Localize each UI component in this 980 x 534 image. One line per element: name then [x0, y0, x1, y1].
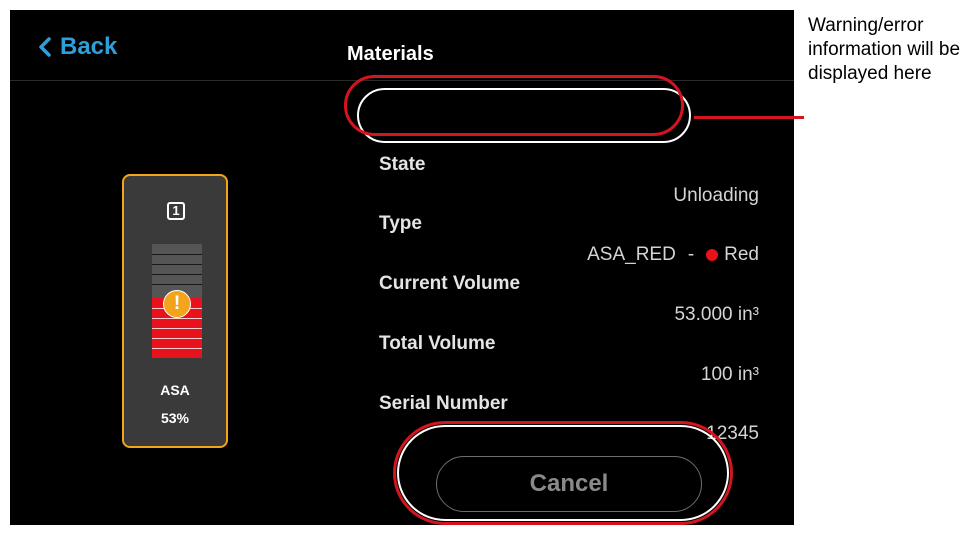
type-separator: -	[687, 244, 695, 265]
serial-number-label: Serial Number	[379, 393, 508, 414]
material-card[interactable]: 1 ! ASA 53%	[122, 174, 228, 448]
type-label: Type	[379, 213, 422, 234]
total-volume-label: Total Volume	[379, 333, 496, 354]
type-value: ASA_RED - Red	[587, 244, 759, 266]
state-label: State	[379, 154, 426, 175]
chevron-left-icon	[39, 37, 51, 57]
callout-leader-line	[694, 116, 804, 119]
gauge-segment	[152, 254, 202, 255]
material-percent: 53%	[160, 410, 190, 426]
gauge-segment	[152, 274, 202, 275]
warning-callout-outline	[344, 75, 684, 136]
gauge-segment	[152, 284, 202, 285]
gauge-segment	[152, 264, 202, 265]
annotation-text: Warning/error information will be displa…	[808, 15, 961, 84]
gauge-segment	[152, 347, 202, 349]
color-swatch	[706, 249, 719, 261]
type-color-name: Red	[724, 244, 759, 265]
total-volume-value: 100 in³	[700, 364, 759, 385]
gauge-segment	[152, 327, 202, 329]
state-value: Unloading	[673, 185, 759, 206]
gauge-segment	[152, 337, 202, 339]
header: Back Materials	[10, 10, 794, 80]
current-volume-value: 53.000 in³	[674, 304, 759, 325]
material-name: ASA	[160, 382, 190, 398]
current-volume-label: Current Volume	[379, 273, 521, 294]
page-title: Materials	[347, 43, 434, 65]
cancel-callout-outline	[393, 421, 733, 525]
warning-icon: !	[163, 290, 191, 318]
type-name: ASA_RED	[587, 244, 676, 265]
back-button[interactable]: Back	[38, 32, 117, 62]
back-label: Back	[60, 33, 118, 60]
slot-number: 1	[167, 202, 185, 220]
